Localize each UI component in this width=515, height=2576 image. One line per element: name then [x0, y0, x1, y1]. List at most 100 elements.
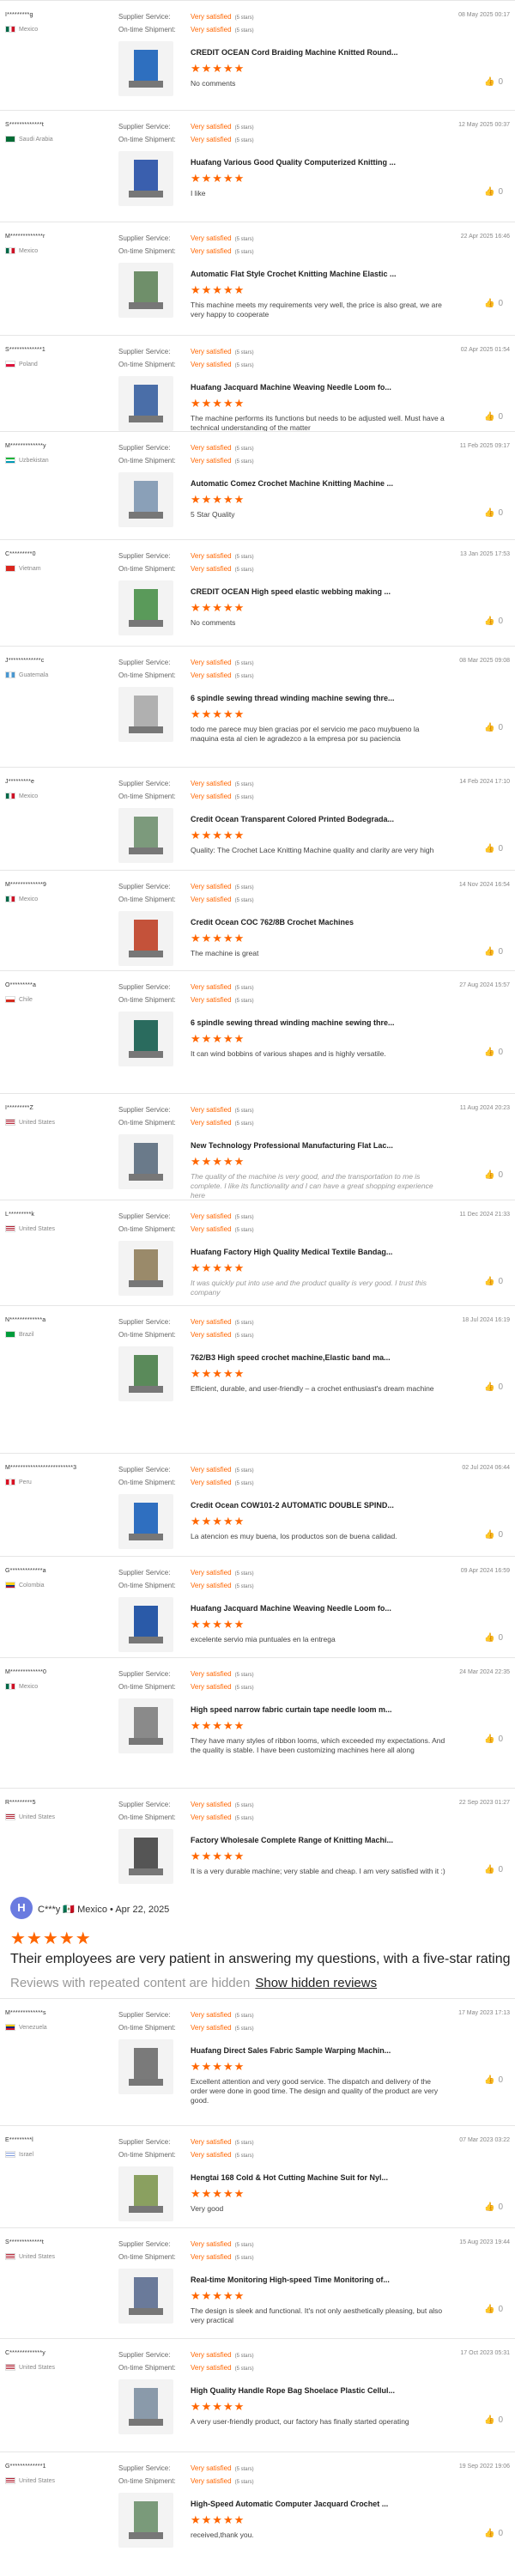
like-button[interactable]: 👍 0	[484, 187, 503, 197]
review-divider	[0, 1453, 515, 1454]
on-time-shipment-label: On-time Shipment:	[118, 136, 176, 143]
product-thumbnail[interactable]	[118, 1698, 173, 1753]
rating-stars-note: (5 stars)	[234, 1121, 254, 1127]
product-thumbnail[interactable]	[118, 1241, 173, 1296]
product-title[interactable]: Real-time Monitoring High-speed Time Mon…	[191, 2275, 390, 2284]
product-title[interactable]: Automatic Flat Style Crochet Knitting Ma…	[191, 270, 397, 278]
product-thumbnail[interactable]	[118, 687, 173, 742]
product-title[interactable]: Hengtai 168 Cold & Hot Cutting Machine S…	[191, 2173, 388, 2182]
like-button[interactable]: 👍 0	[484, 2305, 503, 2314]
product-title[interactable]: New Technology Professional Manufacturin…	[191, 1141, 393, 1150]
product-title[interactable]: 6 spindle sewing thread winding machine …	[191, 694, 395, 702]
product-title[interactable]: CREDIT OCEAN Cord Braiding Machine Knitt…	[191, 48, 398, 57]
rating-text: Very satisfied	[191, 2240, 232, 2248]
product-thumbnail[interactable]	[118, 263, 173, 318]
country-flag-icon	[5, 247, 15, 254]
product-thumbnail[interactable]	[118, 1597, 173, 1652]
like-button[interactable]: 👍 0	[484, 844, 503, 854]
product-thumbnail[interactable]	[118, 1134, 173, 1189]
buyer-name: M*************9	[5, 882, 47, 888]
product-thumbnail[interactable]	[118, 41, 173, 96]
product-thumbnail[interactable]	[118, 2039, 173, 2094]
rating-text: Very satisfied	[191, 13, 232, 21]
like-button[interactable]: 👍 0	[484, 1633, 503, 1643]
review-divider	[0, 539, 515, 540]
product-thumbnail[interactable]	[118, 1346, 173, 1401]
rating-stars-note: (5 stars)	[234, 999, 254, 1004]
product-title[interactable]: Credit Ocean COC 762/8B Crochet Machines	[191, 918, 354, 927]
featured-stars: ★★★★★	[10, 1929, 92, 1948]
like-button[interactable]: 👍 0	[484, 723, 503, 732]
product-thumbnail[interactable]	[118, 1829, 173, 1884]
product-title[interactable]: CREDIT OCEAN High speed elastic webbing …	[191, 587, 391, 596]
rating-stars-note: (5 stars)	[234, 2154, 254, 2159]
product-thumbnail[interactable]	[118, 808, 173, 863]
product-thumbnail[interactable]	[118, 911, 173, 966]
product-thumbnail[interactable]	[118, 2379, 173, 2434]
machine-image	[134, 1143, 158, 1176]
product-title[interactable]: High Quality Handle Rope Bag Shoelace Pl…	[191, 2386, 395, 2395]
show-hidden-reviews-link[interactable]: Show hidden reviews	[255, 1976, 377, 1990]
product-title[interactable]: Automatic Comez Crochet Machine Knitting…	[191, 479, 393, 488]
like-button[interactable]: 👍 0	[484, 947, 503, 957]
product-title[interactable]: 6 spindle sewing thread winding machine …	[191, 1018, 395, 1027]
machine-image	[134, 385, 158, 417]
review-divider	[0, 2227, 515, 2228]
avatar: H	[10, 1897, 33, 1919]
country-flag-icon	[5, 1119, 15, 1126]
product-title[interactable]: Huafang Jacquard Machine Weaving Needle …	[191, 1604, 391, 1613]
like-button[interactable]: 👍 0	[484, 1170, 503, 1180]
buyer-country: Mexico	[5, 896, 38, 902]
like-button[interactable]: 👍 0	[484, 2529, 503, 2538]
product-title[interactable]: Huafang Factory High Quality Medical Tex…	[191, 1248, 392, 1256]
product-title[interactable]: High speed narrow fabric curtain tape ne…	[191, 1705, 392, 1714]
thumbs-up-icon: 👍	[483, 2305, 495, 2314]
review-divider	[0, 2125, 515, 2126]
like-button[interactable]: 👍 0	[484, 299, 503, 308]
product-title[interactable]: 762/B3 High speed crochet machine,Elasti…	[191, 1353, 391, 1362]
like-button[interactable]: 👍 0	[484, 1048, 503, 1057]
like-count: 0	[498, 2075, 503, 2085]
product-title[interactable]: Huafang Various Good Quality Computerize…	[191, 158, 396, 167]
buyer-country: Vietnam	[5, 565, 41, 572]
product-title[interactable]: Factory Wholesale Complete Range of Knit…	[191, 1836, 393, 1844]
rating-text: Very satisfied	[191, 1106, 232, 1114]
rating-text: Very satisfied	[191, 896, 232, 903]
product-thumbnail[interactable]	[118, 151, 173, 206]
supplier-service-label: Supplier Service:	[118, 1569, 171, 1577]
product-title[interactable]: Credit Ocean Transparent Colored Printed…	[191, 815, 394, 823]
machine-base	[129, 302, 163, 309]
like-button[interactable]: 👍 0	[484, 508, 503, 518]
like-count: 0	[498, 1277, 503, 1286]
product-title[interactable]: Huafang Direct Sales Fabric Sample Warpi…	[191, 2046, 391, 2055]
like-button[interactable]: 👍 0	[484, 1530, 503, 1540]
product-thumbnail[interactable]	[118, 1494, 173, 1549]
like-button[interactable]: 👍 0	[484, 617, 503, 626]
product-title[interactable]: High-Speed Automatic Computer Jacquard C…	[191, 2500, 388, 2508]
rating-stars-note: (5 stars)	[234, 1321, 254, 1326]
like-button[interactable]: 👍 0	[484, 1865, 503, 1874]
product-thumbnail[interactable]	[118, 2166, 173, 2221]
country-flag-icon	[5, 2477, 15, 2484]
like-button[interactable]: 👍 0	[484, 412, 503, 422]
product-thumbnail[interactable]	[118, 472, 173, 527]
product-thumbnail[interactable]	[118, 2493, 173, 2548]
product-title[interactable]: Huafang Jacquard Machine Weaving Needle …	[191, 383, 391, 392]
on-time-shipment-rating: Very satisfied (5 stars)	[191, 896, 254, 903]
like-button[interactable]: 👍 0	[484, 77, 503, 87]
product-title[interactable]: Credit Ocean COW101-2 AUTOMATIC DOUBLE S…	[191, 1501, 394, 1510]
product-thumbnail[interactable]	[118, 376, 173, 431]
like-button[interactable]: 👍 0	[484, 1735, 503, 1744]
like-button[interactable]: 👍 0	[484, 2075, 503, 2085]
like-button[interactable]: 👍 0	[484, 2415, 503, 2425]
product-thumbnail[interactable]	[118, 1012, 173, 1066]
like-button[interactable]: 👍 0	[484, 2202, 503, 2212]
supplier-service-label: Supplier Service:	[118, 659, 171, 666]
product-thumbnail[interactable]	[118, 2269, 173, 2324]
on-time-shipment-label: On-time Shipment:	[118, 1683, 176, 1691]
thumbs-up-icon: 👍	[483, 2075, 495, 2085]
product-thumbnail[interactable]	[118, 580, 173, 635]
like-button[interactable]: 👍 0	[484, 1277, 503, 1286]
supplier-service-label: Supplier Service:	[118, 2464, 171, 2472]
like-button[interactable]: 👍 0	[484, 1382, 503, 1392]
